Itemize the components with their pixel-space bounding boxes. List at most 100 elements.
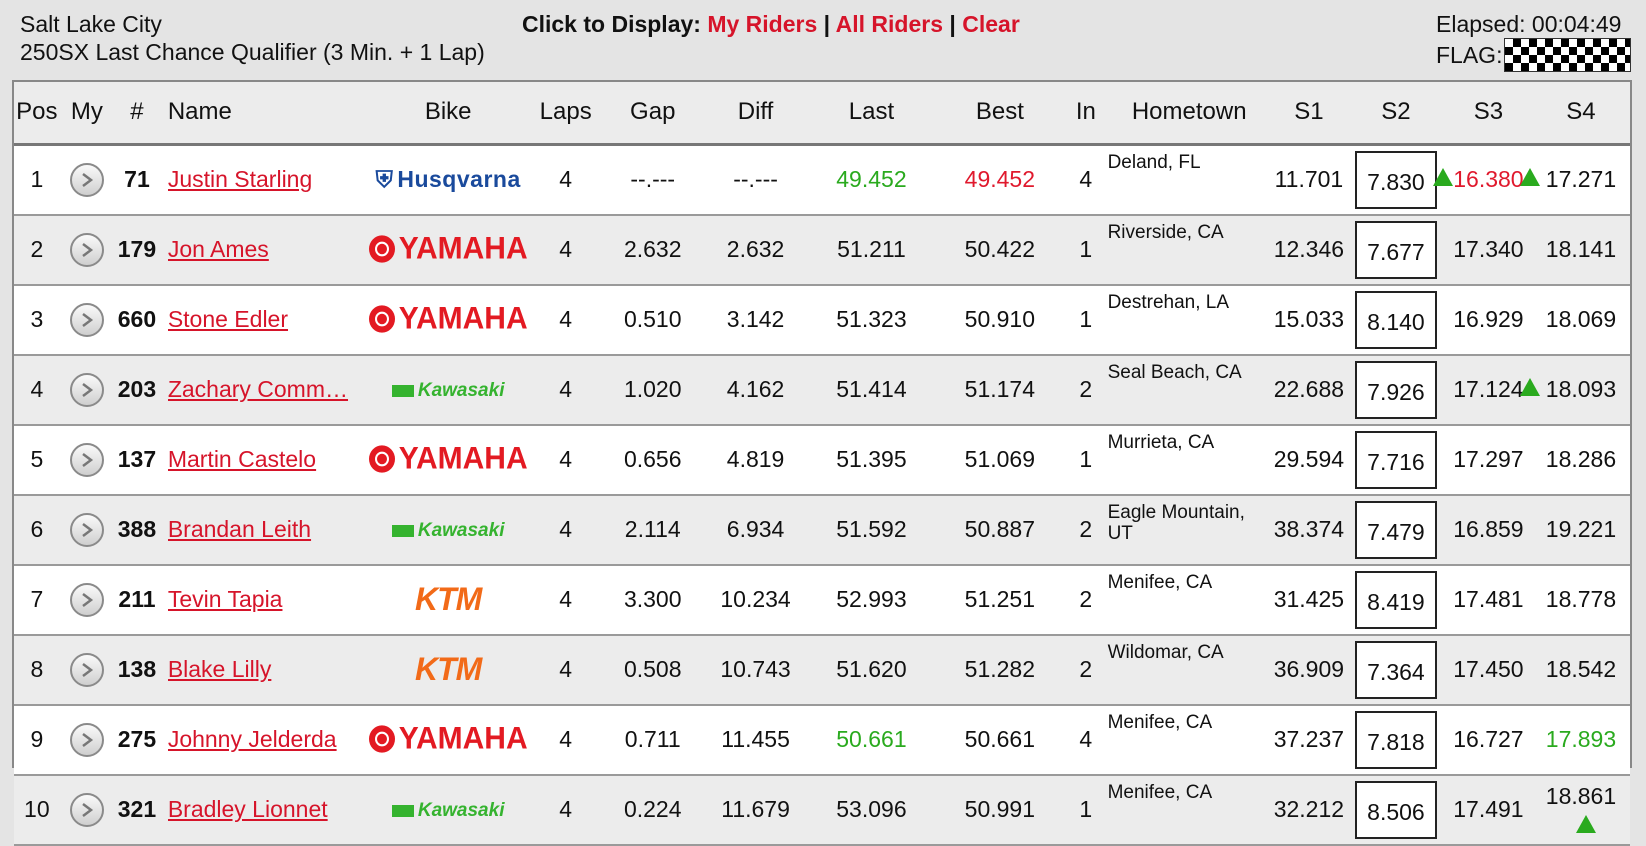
sector-2: 8.506 [1354,780,1437,839]
all-riders-link[interactable]: All Riders [836,11,943,37]
play-circle-icon[interactable] [69,722,104,757]
rider-name-link[interactable]: Zachary Comm… [168,376,367,403]
rider-name-link[interactable]: Jon Ames [168,236,367,263]
sector-2: 7.677 [1354,220,1437,279]
laps: 4 [529,144,602,216]
hometown: Eagle Mountain, UT [1107,494,1271,566]
rider-number: 388 [114,494,160,566]
yamaha-emblem-icon [368,724,395,753]
play-circle-icon[interactable] [69,442,104,477]
bike-cell: ⛨ Husqvarna [366,144,530,216]
rider-name-link[interactable]: Stone Edler [168,306,367,333]
rider-number: 203 [114,354,160,426]
improvement-arrow-icon [1575,815,1596,834]
sector-2-cell: 8.140 [1346,284,1445,356]
bike-cell: YAMAHA [366,284,530,356]
sector-4-cell: 18.286 [1531,424,1630,496]
rider-name-link[interactable]: Johnny Jelderda [168,726,367,753]
my-riders-link[interactable]: My Riders [707,11,817,37]
gap: 1.020 [601,354,704,426]
results-table: Pos My # Name Bike Laps Gap Diff Last Be… [12,80,1632,846]
play-circle-icon[interactable] [69,302,104,337]
rider-name-link[interactable]: Bradley Lionnet [168,796,367,823]
sector-3: 17.481 [1453,586,1524,612]
gap: 2.114 [601,494,704,566]
flag-label: FLAG: [1436,42,1503,68]
husqvarna-crest-icon: ⛨ [375,166,394,192]
race-title: 250SX Last Chance Qualifier (3 Min. + 1 … [20,39,485,65]
sector-4-cell: 19.221 [1531,494,1630,566]
sector-4: 18.069 [1545,306,1617,332]
col-header-gap: Gap [601,82,704,146]
laps: 4 [529,774,602,846]
sector-4: 18.093 [1545,376,1617,402]
in-lap: 2 [1064,634,1108,706]
hometown: Menifee, CA [1107,704,1271,776]
rider-name-link[interactable]: Justin Starling [168,166,367,193]
sector-4-cell: 18.069 [1531,284,1630,356]
sector-4-cell: 18.141 [1531,214,1630,286]
sector-1: 32.212 [1270,774,1347,846]
yamaha-emblem-icon [368,304,395,333]
laps: 4 [529,564,602,636]
hometown: Menifee, CA [1107,564,1271,636]
my-rider-cell [59,494,115,566]
my-rider-cell [59,354,115,426]
rider-name-cell: Tevin Tapia [159,564,367,636]
my-rider-cell [59,564,115,636]
sector-4: 18.861 [1545,782,1617,809]
sector-3-cell: 16.859 [1444,494,1532,566]
gap: 0.508 [601,634,704,706]
play-circle-icon[interactable] [69,162,104,197]
sector-1: 29.594 [1270,424,1347,496]
in-lap: 2 [1064,494,1108,566]
play-circle-icon[interactable] [69,792,104,827]
my-rider-cell [59,774,115,846]
bike-cell: KTM [366,564,530,636]
rider-name-link[interactable]: Martin Castelo [168,446,367,473]
bike-cell: YAMAHA [366,214,530,286]
sector-4: 18.286 [1545,446,1617,472]
rider-name-cell: Zachary Comm… [159,354,367,426]
col-header-bike: Bike [366,82,530,146]
sector-3: 17.340 [1453,236,1524,262]
sector-2: 7.818 [1354,710,1437,769]
sector-4-cell: 18.778 [1531,564,1630,636]
last-lap: 49.452 [807,144,936,216]
my-rider-cell [59,424,115,496]
sector-3-cell: 17.124 [1444,354,1532,426]
bike-cell: KTM [366,634,530,706]
hometown: Wildomar, CA [1107,634,1271,706]
sector-4-cell: 17.893 [1531,704,1630,776]
rider-number: 138 [114,634,160,706]
gap: 0.510 [601,284,704,356]
play-circle-icon[interactable] [69,372,104,407]
rider-name-link[interactable]: Brandan Leith [168,516,367,543]
kawasaki-mark-icon [391,805,414,817]
laps: 4 [529,284,602,356]
best-lap: 51.069 [935,424,1065,496]
table-row: 8 138 Blake Lilly KTM 4 0.508 10.743 51.… [14,634,1630,706]
play-circle-icon[interactable] [69,512,104,547]
sector-2-cell: 7.926 [1346,354,1445,426]
best-lap: 50.661 [935,704,1065,776]
display-filter: Click to Display: My Riders | All Riders… [522,11,1020,38]
diff: 4.162 [703,354,808,426]
kawasaki-logo: Kawasaki [391,520,504,542]
yamaha-emblem-icon [368,444,395,473]
position: 5 [14,424,60,496]
kawasaki-mark-icon [391,525,414,537]
rider-name-link[interactable]: Tevin Tapia [168,586,367,613]
play-circle-icon[interactable] [69,232,104,267]
rider-name-link[interactable]: Blake Lilly [168,656,367,683]
last-lap: 51.323 [807,284,936,356]
best-lap: 50.910 [935,284,1065,356]
improvement-arrow-icon [1519,377,1540,396]
in-lap: 4 [1064,144,1108,216]
rider-number: 275 [114,704,160,776]
table-header-row: Pos My # Name Bike Laps Gap Diff Last Be… [14,82,1630,146]
play-circle-icon[interactable] [69,582,104,617]
play-circle-icon[interactable] [69,652,104,687]
last-lap: 53.096 [807,774,936,846]
clear-link[interactable]: Clear [962,11,1020,37]
